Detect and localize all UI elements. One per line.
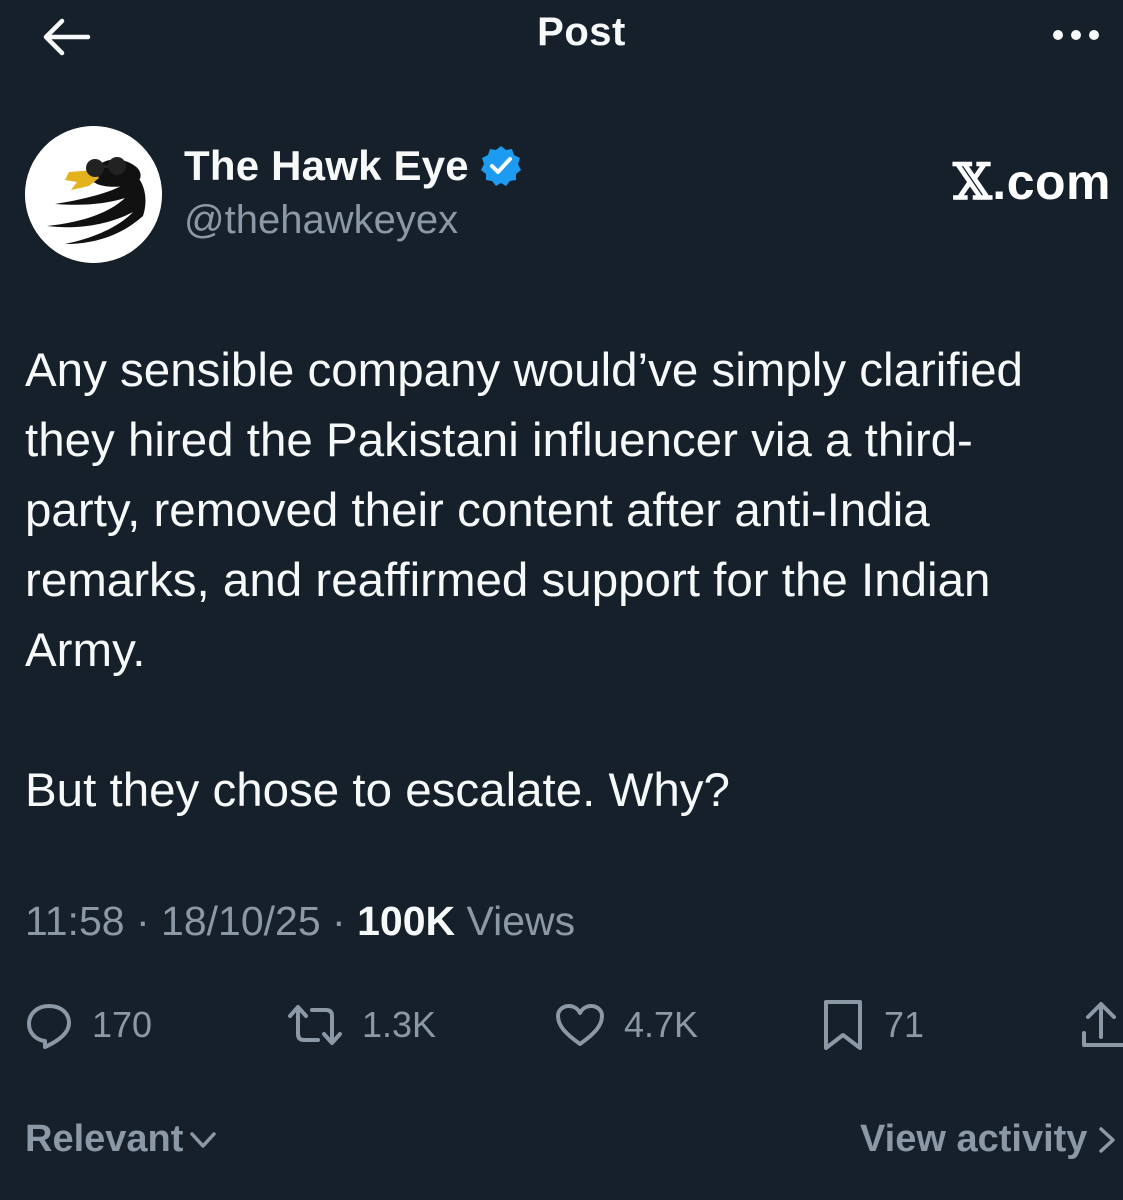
- like-count: 4.7K: [624, 1004, 699, 1045]
- reply-button[interactable]: 170: [24, 990, 152, 1060]
- post-date: 18/10/25: [161, 898, 321, 944]
- ellipsis-icon: [1053, 30, 1099, 40]
- repost-button[interactable]: 1.3K: [286, 990, 436, 1060]
- post-time: 11:58: [25, 898, 125, 944]
- brand-watermark: 𝕏.com: [953, 152, 1111, 211]
- eagle-with-sunglasses-avatar: [25, 126, 162, 263]
- avatar[interactable]: [25, 126, 162, 263]
- share-icon: [1082, 1002, 1123, 1047]
- author-name-row[interactable]: The Hawk Eye: [184, 140, 523, 192]
- sort-replies-label: Relevant: [25, 1118, 184, 1160]
- like-button[interactable]: 4.7K: [554, 990, 698, 1060]
- view-activity-link[interactable]: View activity: [860, 1118, 1119, 1161]
- view-activity-label: View activity: [860, 1118, 1088, 1160]
- bookmark-count: 71: [884, 1004, 925, 1045]
- repost-count: 1.3K: [362, 1004, 437, 1045]
- more-options-button[interactable]: [1046, 18, 1106, 52]
- meta-separator: ·: [135, 898, 150, 944]
- heart-icon: [556, 1004, 604, 1046]
- views-count[interactable]: 100K: [357, 898, 455, 944]
- chevron-right-icon: [1099, 1126, 1116, 1153]
- author-display-name: The Hawk Eye: [184, 142, 469, 189]
- share-button[interactable]: [1080, 990, 1123, 1060]
- views-label: Views: [466, 898, 576, 944]
- bookmark-button[interactable]: 71: [820, 990, 924, 1060]
- x-logo-icon: 𝕏: [953, 152, 993, 211]
- brand-domain: .com: [992, 154, 1111, 210]
- reply-count: 170: [92, 1004, 153, 1045]
- post-meta: 11:58 · 18/10/25 · 100K Views: [25, 898, 575, 945]
- repost-icon: [288, 1005, 342, 1045]
- chevron-down-icon: [190, 1131, 217, 1148]
- post-text-second-paragraph: But they chose to escalate. Why?: [25, 764, 730, 817]
- page-title: Post: [537, 10, 626, 54]
- verified-badge-icon: [480, 146, 521, 186]
- sort-replies-dropdown[interactable]: Relevant: [25, 1118, 219, 1161]
- action-bar: 170 1.3K 4.7K 71: [0, 990, 1123, 1060]
- reply-bubble-icon: [27, 1004, 71, 1049]
- post-text: Any sensible company would’ve simply cla…: [25, 344, 1023, 677]
- top-bar: Post: [0, 0, 1123, 80]
- meta-separator: ·: [332, 898, 346, 944]
- bookmark-icon: [824, 1000, 862, 1050]
- author-handle[interactable]: @thehawkeyex: [184, 198, 458, 243]
